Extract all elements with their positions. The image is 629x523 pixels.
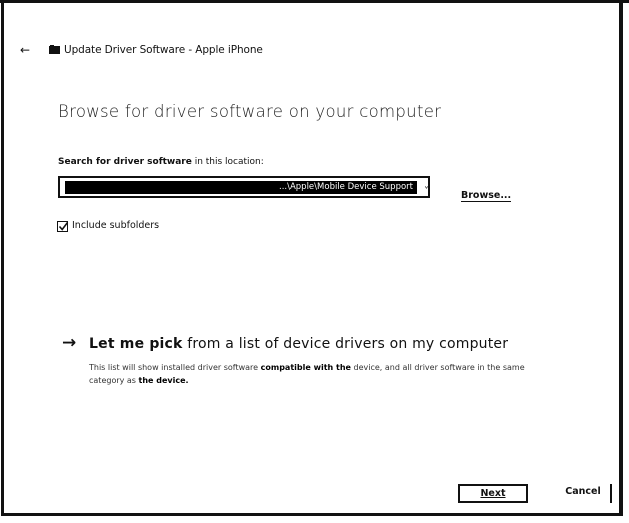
path-value: ...\Apple\Mobile Device Support [279, 182, 413, 192]
pick-title-bold: Let me pick [89, 336, 183, 352]
search-label-bold: Search for driver software [58, 157, 192, 167]
next-label: Next [480, 488, 506, 499]
browse-button[interactable]: Browse... [461, 190, 512, 202]
pick-description: This list will show installed driver sof… [89, 361, 539, 387]
let-me-pick-link[interactable]: Let me pick from a list of device driver… [89, 336, 508, 352]
include-subfolders-checkbox[interactable] [57, 221, 69, 232]
cancel-label: Cancel [565, 486, 601, 497]
search-label-rest: in this location: [191, 157, 264, 167]
device-manager-icon [49, 45, 60, 54]
include-subfolders-label: Include subfolders [72, 220, 160, 231]
window-title: Update Driver Software - Apple iPhone [64, 44, 263, 56]
path-text-selection: ...\Apple\Mobile Device Support [65, 181, 417, 194]
pick-title-rest: from a list of device drivers on my comp… [182, 336, 509, 352]
cancel-button[interactable]: Cancel [556, 484, 612, 503]
search-location-label: Search for driver software in this locat… [58, 157, 264, 167]
pick-desc-bold1: compatible with the [260, 363, 351, 372]
driver-path-input[interactable]: ...\Apple\Mobile Device Support [58, 176, 430, 198]
back-arrow-icon[interactable]: ← [20, 43, 30, 57]
pick-arrow-icon: → [62, 333, 77, 353]
update-driver-dialog [1, 0, 623, 516]
page-heading: Browse for driver software on your compu… [58, 102, 442, 121]
pick-desc-bold2: the device. [138, 376, 189, 385]
pick-desc-part1: This list will show installed driver sof… [89, 363, 261, 372]
checkmark-icon [58, 222, 69, 231]
next-button[interactable]: Next [458, 484, 528, 503]
path-dropdown-chevron-icon[interactable]: ˅ [424, 186, 429, 197]
